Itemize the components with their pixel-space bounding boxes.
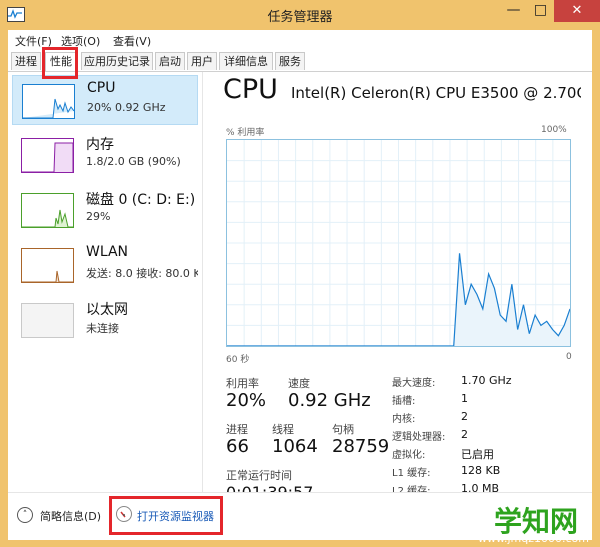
detail-value: 1: [461, 392, 468, 405]
graph-y-label: % 利用率: [226, 128, 265, 138]
tab-performance[interactable]: 性能: [45, 52, 77, 71]
title-bar[interactable]: 任务管理器 — □ ✕: [0, 0, 600, 30]
resource-item-subtitle: 1.8/2.0 GB (90%): [86, 155, 181, 168]
open-resource-monitor-link[interactable]: 打开资源监视器: [137, 508, 214, 524]
uptime-label: 正常运行时间: [226, 469, 292, 482]
graph-time-label: 60 秒: [226, 355, 250, 365]
client-area: 文件(F) 选项(O) 查看(V) 进程 性能 应用历史记录 启动 用户 详细信…: [8, 30, 592, 540]
chevron-up-icon[interactable]: ˄: [17, 507, 33, 523]
utilization-value: 20%: [226, 390, 267, 411]
task-manager-window: 任务管理器 — □ ✕ 文件(F) 选项(O) 查看(V) 进程 性能 应用历史…: [0, 0, 600, 547]
resource-item-disk[interactable]: 磁盘 0 (C: D: E:) 29%: [12, 185, 198, 235]
detail-value: 2: [461, 428, 468, 441]
speed-label: 速度: [288, 377, 310, 390]
cpu-detail-panel: CPU Intel(R) Celeron(R) CPU E3500 @ 2.70…: [204, 72, 592, 502]
resource-item-title: 内存: [86, 137, 114, 153]
detail-value: 1.70 GHz: [461, 374, 512, 387]
detail-label: 虚拟化:: [392, 450, 426, 461]
processes-label: 进程: [226, 423, 248, 436]
detail-label: 逻辑处理器:: [392, 432, 446, 443]
menu-bar: 文件(F) 选项(O) 查看(V): [8, 30, 592, 49]
detail-label: 内核:: [392, 414, 416, 425]
wlan-thumbnail-graph: [21, 248, 74, 283]
resource-item-wlan[interactable]: WLAN 发送: 8.0 接收: 80.0 Kb: [12, 240, 198, 290]
resource-item-subtitle: 20% 0.92 GHz: [87, 101, 166, 114]
threads-label: 线程: [272, 423, 294, 436]
resource-item-subtitle: 29%: [86, 210, 111, 223]
tab-app-history[interactable]: 应用历史记录: [81, 52, 153, 70]
resource-monitor-icon: [116, 506, 132, 522]
tab-processes[interactable]: 进程: [11, 52, 41, 70]
cpu-thumbnail-graph: [22, 84, 75, 119]
detail-value: 2: [461, 410, 468, 423]
minimize-button[interactable]: —: [500, 0, 527, 22]
resource-item-subtitle: 未连接: [86, 322, 119, 335]
threads-value: 1064: [272, 436, 318, 457]
detail-label: 最大速度:: [392, 378, 436, 389]
graph-zero-label: 0: [566, 352, 572, 362]
resource-item-subtitle: 发送: 8.0 接收: 80.0 Kb: [86, 267, 198, 280]
watermark-url: www.jmqz1000.com: [478, 532, 589, 545]
menu-file[interactable]: 文件(F): [15, 33, 52, 49]
tab-startup[interactable]: 启动: [155, 52, 185, 70]
graph-max-label: 100%: [541, 125, 567, 135]
speed-value: 0.92 GHz: [288, 390, 371, 411]
detail-label: L1 缓存:: [392, 468, 431, 479]
resource-item-title: 磁盘 0 (C: D: E:): [86, 192, 196, 208]
resource-list: CPU 20% 0.92 GHz 内存 1.8/2.0 GB (90%) 磁盘 …: [8, 72, 203, 492]
cpu-usage-graph-svg: [227, 140, 571, 347]
page-title: CPU: [223, 74, 278, 105]
resource-item-cpu[interactable]: CPU 20% 0.92 GHz: [12, 75, 198, 125]
tab-bar: 进程 性能 应用历史记录 启动 用户 详细信息 服务: [8, 49, 592, 72]
resource-item-title: 以太网: [86, 302, 128, 318]
handles-value: 28759: [332, 436, 390, 457]
menu-options[interactable]: 选项(O): [61, 33, 100, 49]
handles-label: 句柄: [332, 423, 354, 436]
processes-value: 66: [226, 436, 249, 457]
resource-item-ethernet[interactable]: 以太网 未连接: [12, 295, 198, 345]
disk-thumbnail-graph: [21, 193, 74, 228]
fewer-details-button[interactable]: 简略信息(D): [40, 508, 101, 524]
maximize-button[interactable]: □: [527, 0, 554, 22]
cpu-model-name: Intel(R) Celeron(R) CPU E3500 @ 2.70G...: [291, 84, 581, 102]
ethernet-thumbnail-graph: [21, 303, 74, 338]
resource-item-title: WLAN: [86, 244, 129, 260]
tab-details[interactable]: 详细信息: [219, 52, 273, 70]
tab-users[interactable]: 用户: [187, 52, 217, 70]
detail-value: 128 KB: [461, 464, 501, 477]
utilization-label: 利用率: [226, 377, 259, 390]
detail-label: 插槽:: [392, 396, 416, 407]
close-button[interactable]: ✕: [554, 0, 600, 22]
detail-value: 已启用: [461, 448, 494, 461]
memory-thumbnail-graph: [21, 138, 74, 173]
menu-view[interactable]: 查看(V): [113, 33, 151, 49]
resource-item-title: CPU: [87, 80, 116, 96]
resource-item-memory[interactable]: 内存 1.8/2.0 GB (90%): [12, 130, 198, 180]
tab-services[interactable]: 服务: [275, 52, 305, 70]
cpu-usage-graph: [226, 139, 571, 347]
